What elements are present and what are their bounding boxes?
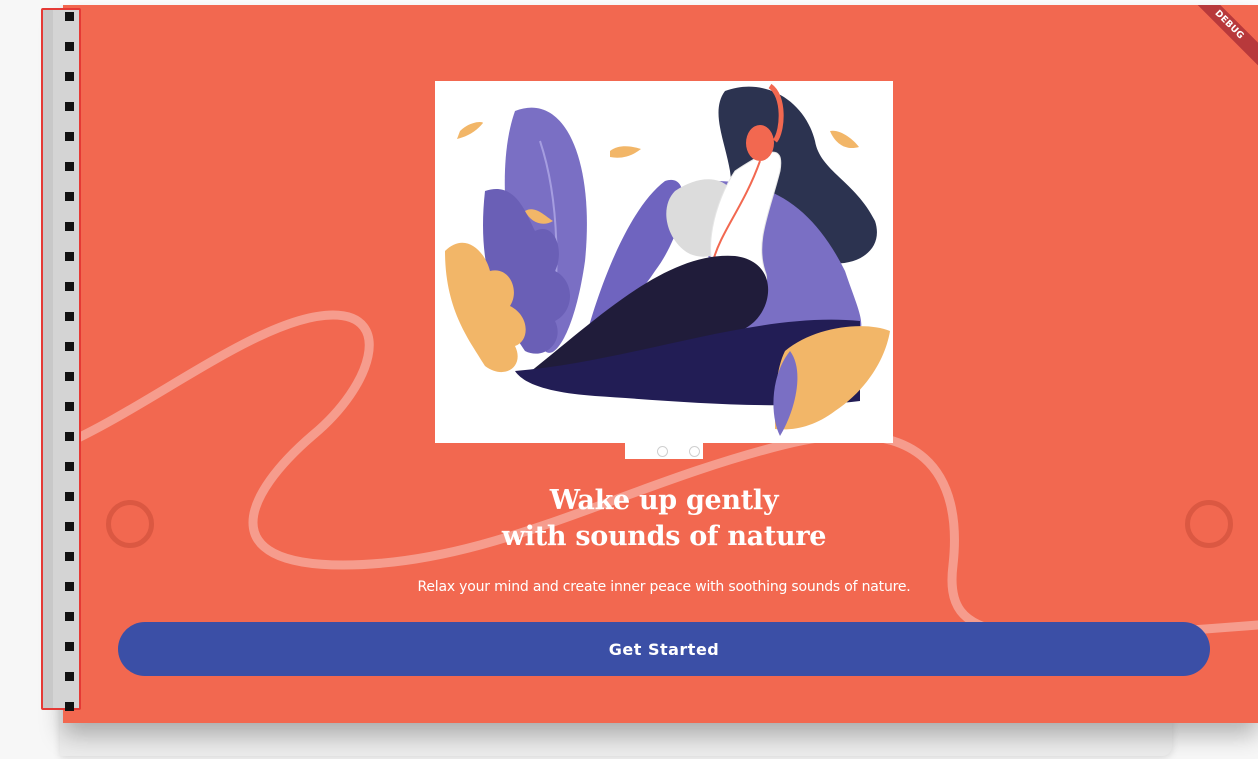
strip-dot <box>65 462 74 471</box>
strip-dot <box>65 252 74 261</box>
strip-dot <box>65 672 74 681</box>
strip-dot <box>65 162 74 171</box>
strip-dot <box>65 12 74 21</box>
strip-dot <box>65 702 74 711</box>
woman-with-headphones-illustration <box>445 83 890 436</box>
strip-dot <box>65 192 74 201</box>
page-dot-2[interactable] <box>689 446 700 457</box>
left-nav-ring-icon[interactable] <box>106 500 154 548</box>
onboarding-screen: Wake up gently with sounds of nature Rel… <box>63 5 1258 723</box>
strip-dot <box>65 492 74 501</box>
strip-dot <box>65 432 74 441</box>
headline-line-2: with sounds of nature <box>501 521 827 552</box>
strip-dot <box>65 582 74 591</box>
strip-dot <box>65 72 74 81</box>
strip-dot <box>65 132 74 141</box>
strip-dot <box>65 372 74 381</box>
strip-dot <box>65 102 74 111</box>
strip-dot <box>65 282 74 291</box>
strip-dot <box>65 342 74 351</box>
right-nav-ring-icon[interactable] <box>1185 500 1233 548</box>
strip-dot <box>65 552 74 561</box>
left-side-strip <box>41 8 81 711</box>
strip-edge <box>43 10 53 708</box>
hero-illustration <box>435 81 893 443</box>
strip-dot <box>65 642 74 651</box>
strip-dot <box>65 612 74 621</box>
strip-dot <box>65 222 74 231</box>
page-indicator <box>625 443 703 459</box>
page-dot-1[interactable] <box>657 446 668 457</box>
headline-line-1: Wake up gently <box>549 485 779 516</box>
onboarding-subtitle: Relax your mind and create inner peace w… <box>417 579 911 595</box>
onboarding-headline: Wake up gently with sounds of nature <box>435 483 893 555</box>
get-started-button[interactable]: Get Started <box>118 622 1210 676</box>
strip-dot <box>65 522 74 531</box>
strip-dot <box>65 402 74 411</box>
strip-dot <box>65 312 74 321</box>
strip-dot <box>65 42 74 51</box>
